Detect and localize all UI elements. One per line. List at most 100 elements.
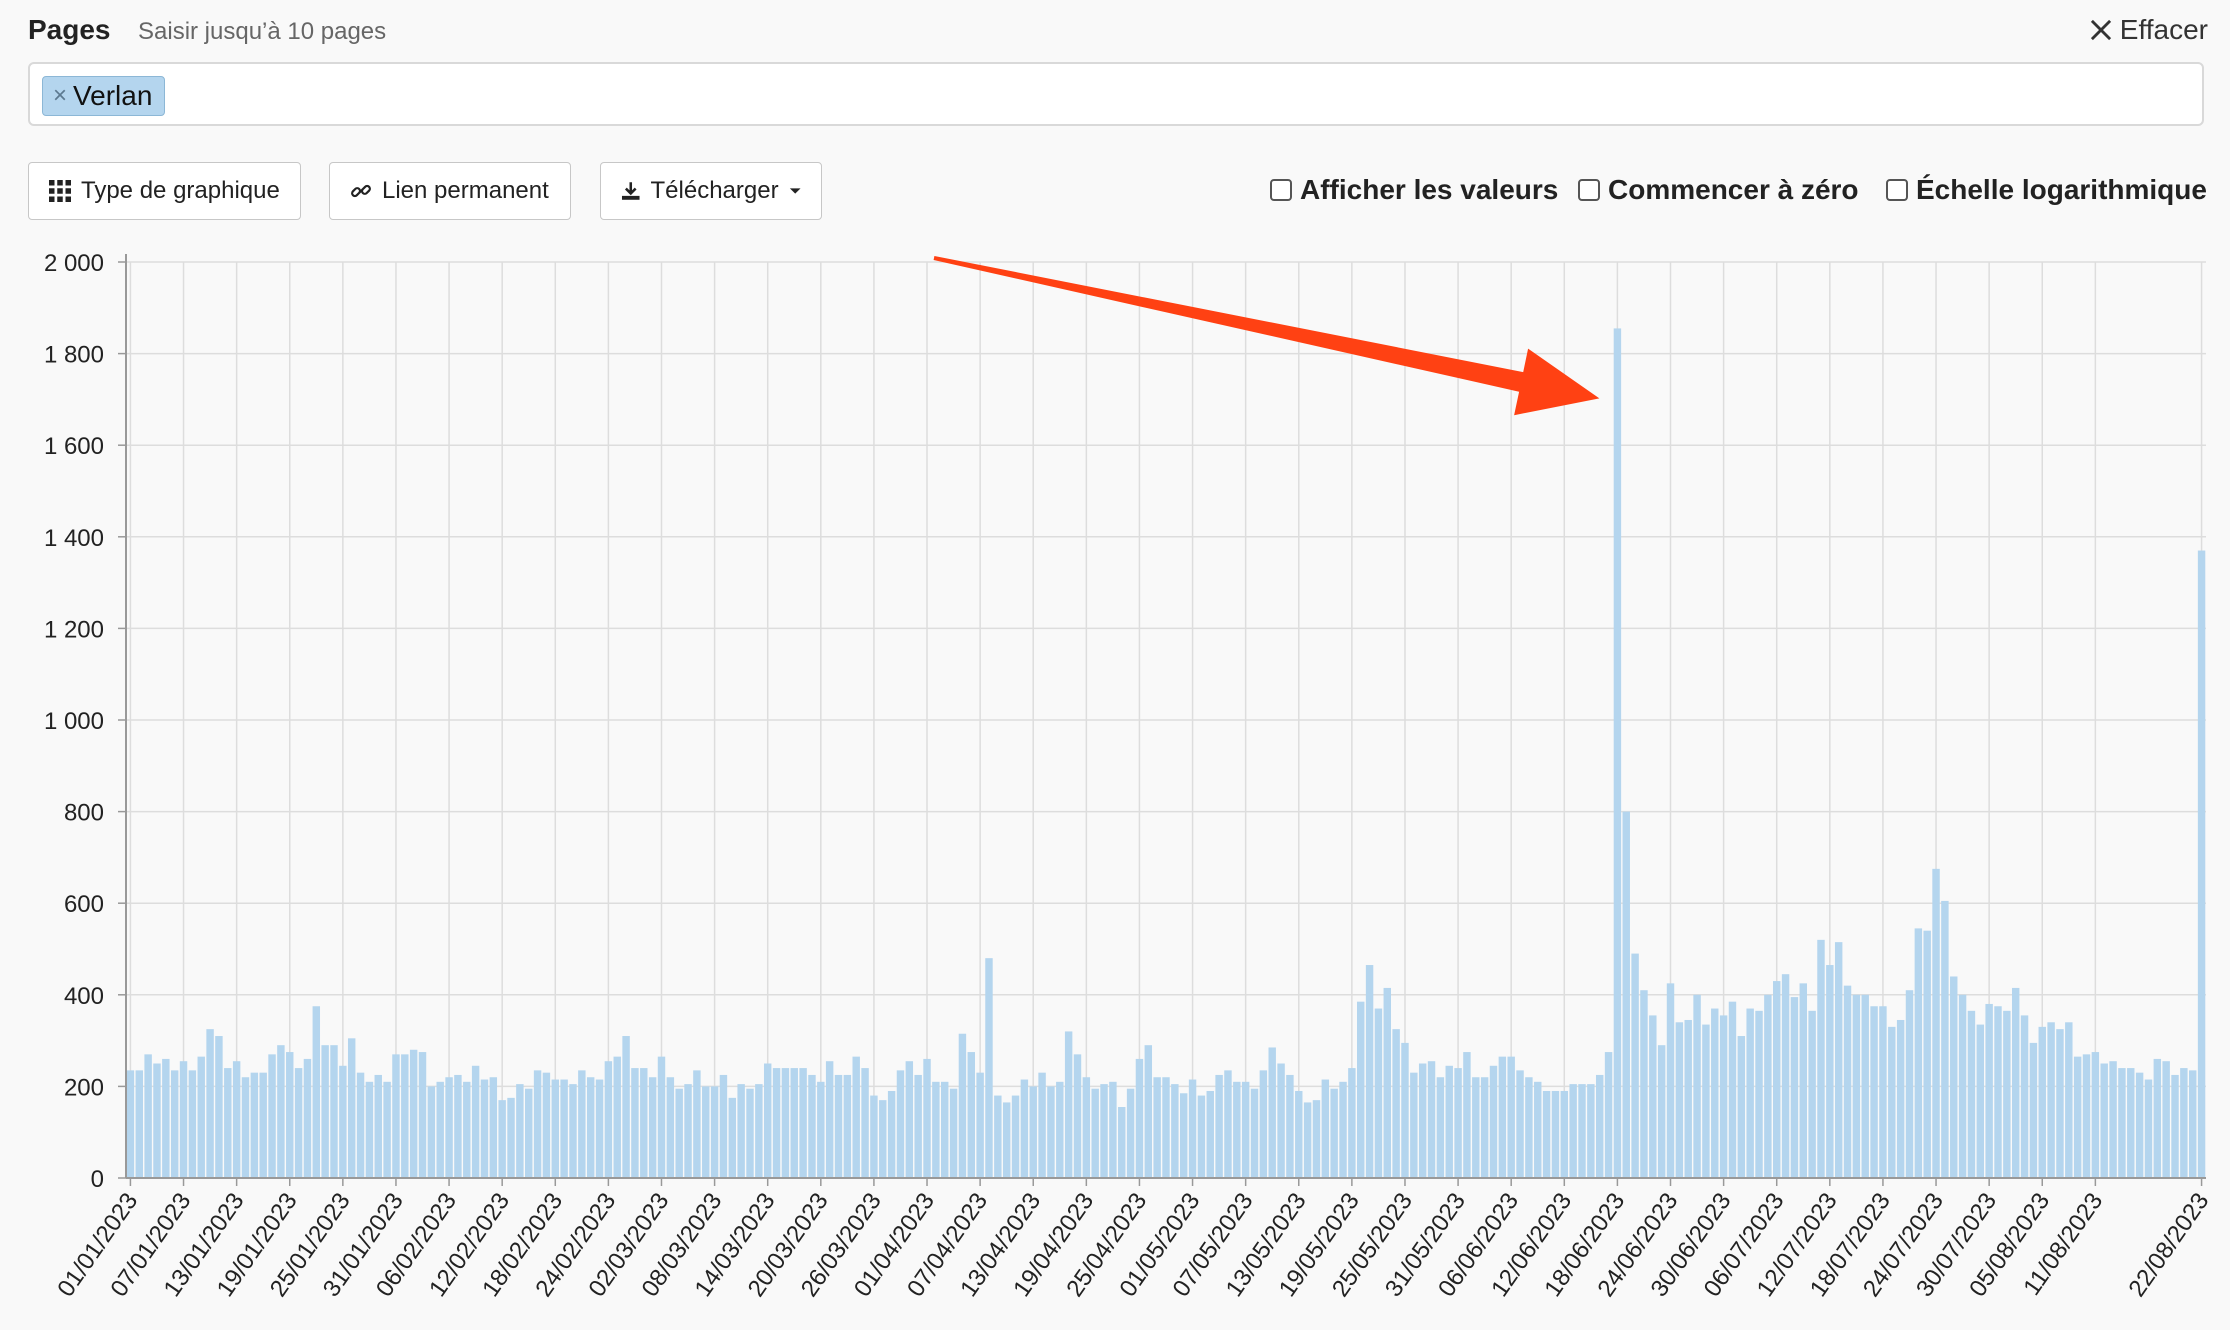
bar: [1799, 983, 1807, 1178]
bar: [2127, 1068, 2135, 1178]
y-tick-label: 1 200: [44, 616, 104, 643]
bar: [1870, 1006, 1878, 1178]
show-values-label: Afficher les valeurs: [1300, 174, 1559, 205]
remove-tag-icon[interactable]: ×: [53, 82, 67, 110]
show-values-checkbox[interactable]: [1270, 179, 1292, 201]
bar: [303, 1058, 312, 1178]
y-tick-label: 1 600: [44, 433, 104, 460]
bar: [1365, 965, 1374, 1178]
bar: [1100, 1084, 1108, 1178]
bar: [1489, 1065, 1498, 1178]
bar: [188, 1070, 197, 1178]
bar: [259, 1072, 267, 1178]
bar: [427, 1086, 436, 1178]
bar: [542, 1072, 551, 1178]
bar: [1657, 1045, 1666, 1178]
bar: [763, 1063, 772, 1178]
option-show-values[interactable]: Afficher les valeurs: [1270, 174, 1558, 206]
bar: [2197, 550, 2206, 1178]
bar: [294, 1068, 303, 1178]
clear-button[interactable]: Effacer: [2088, 14, 2208, 46]
bar: [994, 1095, 1002, 1178]
bar: [2011, 987, 2020, 1178]
option-log-scale[interactable]: Échelle logarithmique: [1886, 174, 2207, 206]
bar: [1295, 1090, 1303, 1178]
bar: [1507, 1056, 1515, 1178]
pages-label: Pages: [28, 14, 111, 45]
bar: [321, 1045, 329, 1178]
bar: [1985, 1003, 1993, 1178]
bar: [1179, 1093, 1188, 1178]
bar: [1525, 1077, 1533, 1178]
bar: [1188, 1079, 1197, 1178]
bar: [347, 1038, 356, 1178]
y-tick-label: 0: [91, 1166, 104, 1193]
bar: [1994, 1006, 2002, 1178]
permalink-button[interactable]: Lien permanent: [329, 162, 571, 220]
bar: [941, 1081, 949, 1178]
bar: [277, 1045, 285, 1178]
pages-input[interactable]: × Verlan: [28, 62, 2204, 126]
bar: [799, 1068, 807, 1178]
download-icon: [621, 182, 640, 200]
start-zero-label: Commencer à zéro: [1608, 174, 1859, 205]
bar: [2065, 1022, 2073, 1178]
bar: [551, 1079, 559, 1178]
bar: [232, 1061, 241, 1178]
bar: [2020, 1015, 2029, 1178]
option-start-zero[interactable]: Commencer à zéro: [1578, 174, 1859, 206]
bar: [648, 1077, 657, 1178]
start-zero-checkbox[interactable]: [1578, 179, 1600, 201]
bar: [560, 1079, 568, 1178]
bar: [374, 1074, 382, 1178]
bar: [392, 1054, 400, 1178]
page-tag-label: Verlan: [73, 80, 153, 111]
bar: [197, 1056, 205, 1178]
y-tick-label: 1 800: [44, 342, 104, 369]
bar: [852, 1056, 860, 1178]
bar: [1711, 1008, 1719, 1178]
link-icon: [351, 184, 371, 198]
bar: [1250, 1088, 1259, 1178]
bar: [170, 1070, 179, 1178]
bar: [710, 1086, 719, 1178]
bar: [1852, 994, 1861, 1178]
bar: [719, 1074, 728, 1178]
bar: [1551, 1090, 1560, 1178]
bar: [1277, 1063, 1285, 1178]
bar: [1834, 942, 1843, 1178]
bar: [480, 1079, 489, 1178]
bar: [1418, 1063, 1427, 1178]
bar: [1445, 1065, 1453, 1178]
bar: [613, 1056, 621, 1178]
caret-down-icon: [789, 188, 801, 194]
bar: [1233, 1081, 1241, 1178]
bar: [2144, 1079, 2153, 1178]
bar: [1480, 1077, 1489, 1178]
bar: [2162, 1061, 2170, 1178]
bar: [1861, 994, 1869, 1178]
bar: [1038, 1072, 1046, 1178]
bar: [958, 1033, 967, 1178]
log-scale-checkbox[interactable]: [1886, 179, 1908, 201]
bar: [1206, 1090, 1214, 1178]
bar: [1781, 974, 1790, 1178]
bar: [640, 1068, 648, 1178]
bar: [356, 1072, 365, 1178]
chart-type-button[interactable]: Type de graphique: [28, 162, 301, 220]
y-tick-label: 800: [64, 800, 104, 827]
clear-label: Effacer: [2119, 14, 2208, 45]
y-tick-label: 600: [64, 891, 104, 918]
y-tick-label: 2 000: [44, 250, 104, 277]
bar: [976, 1072, 984, 1178]
bar: [578, 1070, 586, 1178]
bar: [675, 1088, 683, 1178]
bar: [1357, 1001, 1365, 1178]
bar: [728, 1097, 737, 1178]
download-button[interactable]: Télécharger: [600, 162, 822, 220]
bar: [1693, 994, 1701, 1178]
bar: [1047, 1086, 1055, 1178]
bar: [1569, 1084, 1577, 1178]
bar: [1197, 1095, 1206, 1178]
bar: [2135, 1072, 2144, 1178]
